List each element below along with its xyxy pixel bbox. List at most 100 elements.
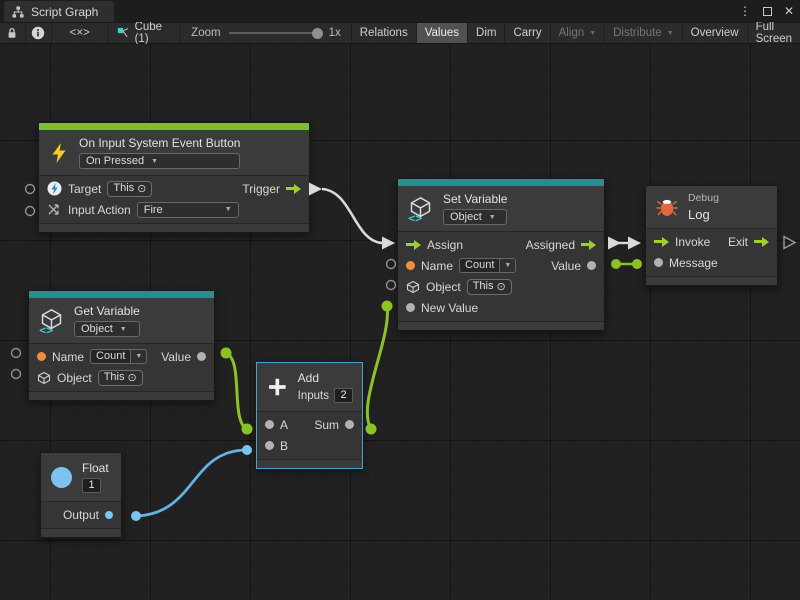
- variable-accent-bar: [29, 291, 214, 298]
- message-label: Message: [669, 256, 718, 270]
- toolbar-button-relations[interactable]: Relations: [351, 23, 416, 43]
- float-value-field[interactable]: 1: [82, 478, 101, 493]
- chevron-down-icon: ▼: [131, 349, 147, 364]
- node-title: Set Variable: [443, 192, 507, 206]
- wire-value-to-message: [611, 259, 642, 269]
- trigger-flow-port[interactable]: [286, 184, 301, 194]
- toolbar-button-fullscreen[interactable]: Full Screen: [747, 23, 800, 43]
- chevron-down-icon: ▼: [151, 158, 158, 165]
- node-footer: [41, 528, 121, 537]
- toolbar-button-carry[interactable]: Carry: [504, 23, 549, 43]
- name-port[interactable]: [37, 352, 46, 361]
- zoom-slider[interactable]: [229, 32, 321, 34]
- zoom-slider-handle[interactable]: [312, 28, 323, 39]
- name-dropdown[interactable]: Count ▼: [459, 258, 516, 273]
- new-value-port[interactable]: [406, 303, 415, 312]
- zoom-value: 1x: [329, 27, 341, 39]
- lock-button[interactable]: [0, 23, 26, 43]
- node-footer: [29, 391, 214, 400]
- output-label: Output: [63, 508, 99, 522]
- object-this-chip[interactable]: This ⊙: [98, 370, 143, 386]
- port-row-invoke: Invoke Exit: [646, 231, 777, 252]
- close-icon[interactable]: ✕: [784, 5, 794, 17]
- node-get-variable[interactable]: <> Get Variable Object ▼ Name Count ▼ Va…: [28, 290, 215, 401]
- object-this-chip[interactable]: This ⊙: [467, 279, 512, 295]
- a-port[interactable]: [265, 420, 274, 429]
- chevron-down-icon: ▼: [489, 214, 496, 221]
- node-add[interactable]: Add Inputs 2 A Sum B: [256, 362, 363, 469]
- scope-dropdown[interactable]: Object ▼: [74, 321, 140, 337]
- target-this-chip[interactable]: This ⊙: [107, 181, 152, 197]
- toolbar-button-align[interactable]: Align▼: [550, 23, 605, 43]
- assign-label: Assign: [427, 238, 463, 252]
- graph-asset-icon: [117, 26, 129, 40]
- exit-label: Exit: [728, 235, 748, 249]
- graph-target-label: Cube (1): [135, 21, 173, 45]
- toolbar-button-values[interactable]: Values: [416, 23, 467, 43]
- graph-target-button[interactable]: Cube (1): [109, 23, 181, 43]
- node-title: Float: [82, 461, 109, 475]
- input-action-icon[interactable]: [47, 202, 62, 217]
- output-port[interactable]: [105, 511, 113, 519]
- lightning-bolt-icon: [48, 142, 70, 164]
- on-pressed-dropdown[interactable]: On Pressed ▼: [79, 153, 240, 169]
- bug-icon: [655, 195, 679, 219]
- node-debug-log[interactable]: Debug Log Invoke Exit Message: [645, 185, 778, 286]
- code-view-button[interactable]: <×>: [52, 23, 109, 43]
- toolbar-button-distribute[interactable]: Distribute▼: [604, 23, 682, 43]
- sum-port[interactable]: [345, 420, 354, 429]
- assigned-flow-port[interactable]: [581, 240, 596, 250]
- node-title: Add: [298, 371, 353, 385]
- maximize-icon[interactable]: [763, 7, 772, 16]
- message-port[interactable]: [654, 258, 663, 267]
- object-picker-icon: ⊙: [137, 182, 146, 195]
- variable-cube-icon: <>: [38, 307, 65, 334]
- b-label: B: [280, 439, 288, 453]
- node-set-variable[interactable]: <> Set Variable Object ▼ Assign Assigned…: [397, 178, 605, 331]
- target-label: Target: [68, 182, 101, 196]
- port-row-input-action: Input Action Fire ▼: [39, 199, 309, 220]
- name-dropdown[interactable]: Count ▼: [90, 349, 147, 364]
- svg-text:<>: <>: [408, 211, 422, 222]
- value-port[interactable]: [587, 261, 596, 270]
- graph-canvas[interactable]: On Input System Event Button On Pressed …: [0, 44, 800, 600]
- b-port[interactable]: [265, 441, 274, 450]
- port-row-object: Object This ⊙: [398, 276, 604, 297]
- info-button[interactable]: [26, 23, 52, 43]
- object-cube-icon[interactable]: [406, 280, 420, 294]
- input-action-dropdown[interactable]: Fire ▼: [137, 202, 239, 218]
- exit-flow-port[interactable]: [754, 237, 769, 247]
- trigger-label: Trigger: [242, 182, 280, 196]
- node-float[interactable]: Float 1 Output: [40, 452, 122, 538]
- node-footer: [257, 459, 362, 468]
- unconnected-exit-arrow: [784, 237, 795, 249]
- graph-toolbar: <×> Cube (1) Zoom 1x Relations Values Di…: [0, 22, 800, 44]
- node-on-input-system-event-button[interactable]: On Input System Event Button On Pressed …: [38, 122, 310, 233]
- scope-dropdown[interactable]: Object ▼: [443, 209, 507, 225]
- inputs-count-field[interactable]: 2: [334, 388, 353, 403]
- value-port[interactable]: [197, 352, 206, 361]
- kebab-menu-icon[interactable]: ⋮: [739, 5, 751, 17]
- object-cube-icon[interactable]: [37, 371, 51, 385]
- unconnected-port-input-action: [26, 207, 35, 216]
- new-value-label: New Value: [421, 301, 478, 315]
- port-row-message: Message: [646, 252, 777, 273]
- toolbar-button-dim[interactable]: Dim: [467, 23, 504, 43]
- zoom-label: Zoom: [191, 27, 220, 39]
- port-row-a: A Sum: [257, 414, 362, 435]
- object-picker-icon: ⊙: [127, 371, 136, 384]
- script-graph-icon: [11, 5, 25, 19]
- lock-icon: [5, 26, 19, 40]
- port-row-output: Output: [41, 504, 121, 525]
- port-row-name: Name Count ▼ Value: [398, 255, 604, 276]
- port-row-assign: Assign Assigned: [398, 234, 604, 255]
- port-row-name: Name Count ▼ Value: [29, 346, 214, 367]
- target-port-icon[interactable]: [47, 181, 62, 196]
- name-port[interactable]: [406, 261, 415, 270]
- inputs-label: Inputs: [298, 390, 329, 402]
- toolbar-button-overview[interactable]: Overview: [682, 23, 747, 43]
- object-label: Object: [426, 280, 461, 294]
- assign-flow-port[interactable]: [406, 240, 421, 250]
- tab-script-graph[interactable]: Script Graph: [4, 1, 114, 22]
- invoke-flow-port[interactable]: [654, 237, 669, 247]
